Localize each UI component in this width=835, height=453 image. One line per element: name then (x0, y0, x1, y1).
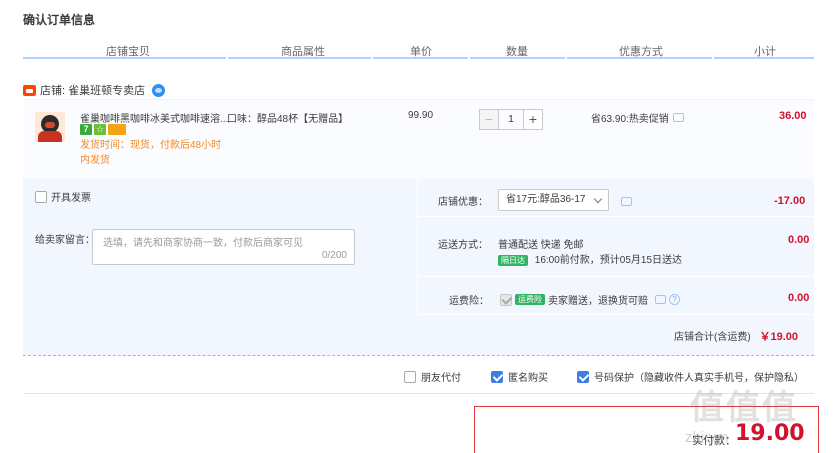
friend-pay-label: 朋友代付 (421, 373, 461, 384)
shipping-amount: 0.00 (788, 234, 810, 246)
insurance-tag: 运费险 (515, 294, 545, 305)
header-underline (23, 57, 226, 59)
promo-text: 省63.90:热卖促销 (591, 114, 669, 125)
header-underline (470, 57, 565, 59)
product-name[interactable]: 雀巢咖啡黑咖啡冰美式咖啡速溶... (80, 110, 228, 125)
seven-day-return-icon: 7 (80, 124, 92, 135)
section-title: 确认订单信息 (23, 13, 96, 27)
shop-row: 店铺: 雀巢班顿专卖店 (23, 82, 166, 98)
message-placeholder: 选填，请先和商家协商一致，付款后商家可见 (103, 238, 303, 249)
anonymous-checkbox[interactable] (491, 370, 503, 383)
insurance-desc: 卖家赠送，退换货可赔 (548, 296, 648, 307)
qty-decrease-button[interactable]: − (479, 109, 499, 130)
insurance-label: 运费险： (449, 296, 489, 307)
friend-pay-checkbox[interactable] (404, 370, 416, 383)
qty-increase-button[interactable]: + (523, 109, 543, 130)
insurance-checkbox (500, 293, 512, 306)
shop-name[interactable]: 店铺: 雀巢班顿专卖店 (40, 82, 145, 98)
number-protect-checkbox[interactable] (577, 370, 589, 383)
shipping-label: 运送方式： (438, 240, 488, 251)
invoice-label: 开具发票 (51, 193, 91, 204)
quantity-stepper: − 1 + (479, 109, 543, 130)
message-label: 给卖家留言： (35, 235, 95, 246)
watermark: 值值值 (690, 388, 798, 428)
header-underline (567, 57, 712, 59)
shipping-eta: 16:00前付款，预计05月15日送达 (534, 255, 683, 266)
product-attr: 口味：醇品48杯【无赠品】 (227, 114, 349, 125)
insurance-option: 运费险 卖家赠送，退换货可赔 ? (500, 292, 680, 307)
insurance-comment-icon[interactable] (655, 295, 666, 304)
discount-comment-icon[interactable] (621, 197, 632, 206)
product-badges: 7 ☆ (80, 124, 126, 135)
anonymous-option[interactable]: 匿名购买 (491, 369, 548, 384)
qty-input[interactable]: 1 (499, 109, 523, 130)
shop-discount-amount: -17.00 (774, 195, 806, 207)
header-underline (714, 57, 814, 59)
chevron-down-icon (593, 194, 603, 204)
credit-card-icon (108, 124, 126, 135)
shipping-method: 普通配送 快递 免邮 (498, 240, 584, 251)
shop-total-amount: ￥19.00 (759, 331, 798, 343)
help-icon[interactable]: ? (669, 294, 680, 305)
shipping-eta-row: 隔日达 16:00前付款，预计05月15日送达 (498, 251, 682, 266)
message-textarea[interactable]: 选填，请先和商家协商一致，付款后商家可见 0/200 (92, 229, 355, 265)
shop-total: 店铺合计(含运费) ￥19.00 (674, 328, 798, 344)
invoice-option[interactable]: 开具发票 (35, 189, 91, 204)
thumbnail-figure-body (38, 131, 62, 142)
friend-pay-option[interactable]: 朋友代付 (404, 369, 461, 384)
next-day-tag: 隔日达 (498, 254, 528, 266)
invoice-checkbox[interactable] (35, 190, 47, 203)
insurance-amount: 0.00 (788, 292, 810, 304)
item-subtotal: 36.00 (779, 110, 807, 122)
unit-price: 99.90 (408, 110, 434, 121)
shop-icon (23, 84, 36, 96)
promo: 省63.90:热卖促销 (591, 110, 684, 125)
ship-time: 发货时间：现货，付款后48小时内发货 (80, 140, 222, 166)
shop-total-label: 店铺合计(含运费) (674, 332, 751, 343)
section-divider (23, 355, 814, 356)
product-thumbnail[interactable] (35, 112, 65, 142)
anonymous-label: 匿名购买 (508, 373, 548, 384)
message-char-count: 0/200 (321, 250, 347, 261)
header-underline (228, 57, 371, 59)
header-underline (373, 57, 468, 59)
watermark-url: zhi.ym (685, 429, 729, 446)
wangwang-chat-icon[interactable] (152, 83, 166, 97)
quality-icon: ☆ (94, 124, 106, 135)
shop-discount-select[interactable]: 省17元:醇品36-17 (498, 189, 609, 211)
shop-discount-label: 店铺优惠： (438, 197, 488, 208)
shop-discount-value: 省17元:醇品36-17 (506, 194, 586, 205)
promo-comment-icon[interactable] (672, 113, 684, 122)
